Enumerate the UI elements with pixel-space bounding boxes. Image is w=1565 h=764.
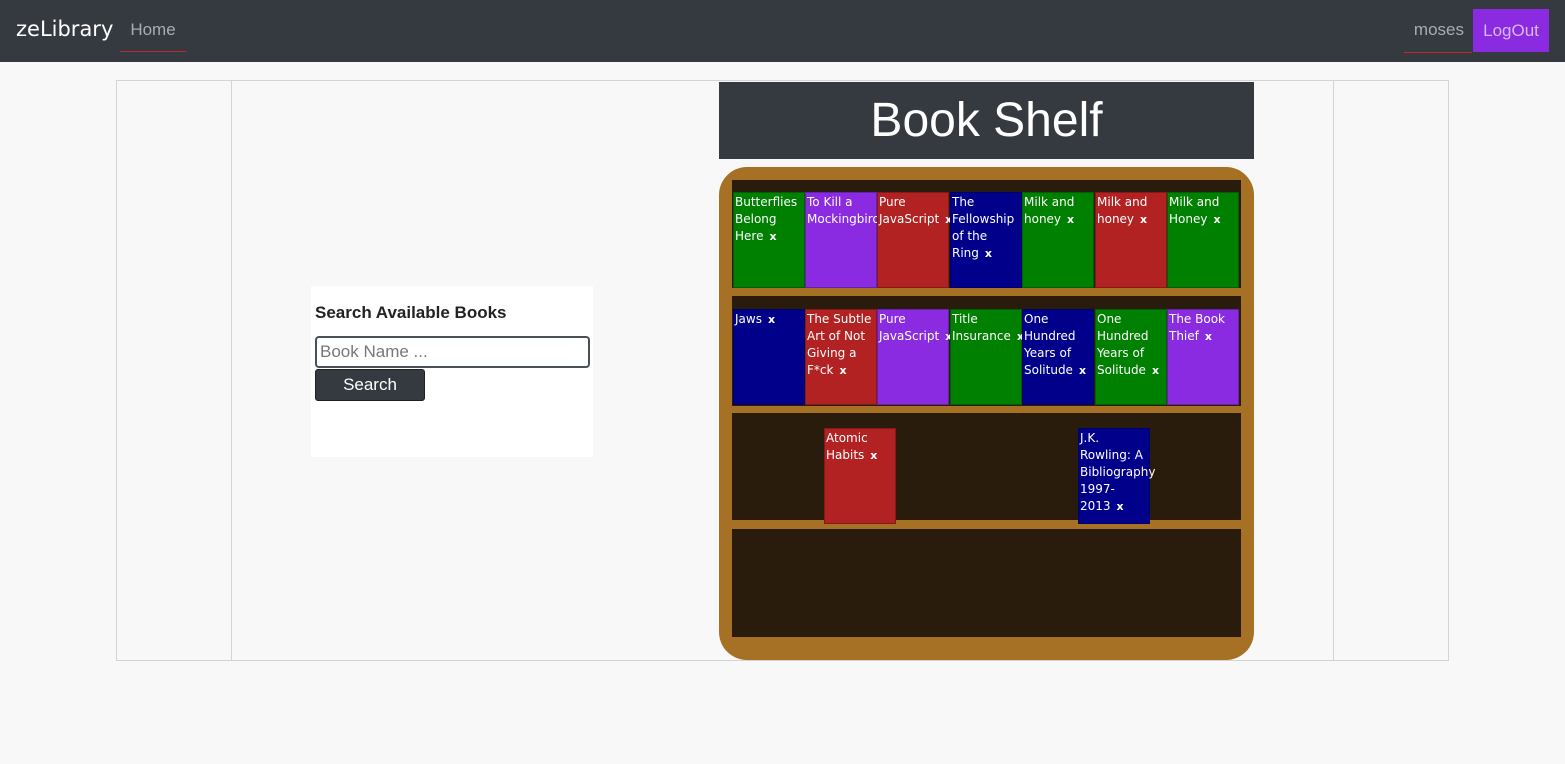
remove-book-icon[interactable]: x bbox=[1213, 213, 1220, 226]
book-cover[interactable]: One Hundred Years of Solitude x bbox=[1022, 309, 1094, 405]
book-title: Atomic Habits bbox=[826, 431, 868, 462]
book-title: Pure JavaScript bbox=[879, 195, 940, 226]
shelf-books: Atomic Habits x J.K. Rowling: A Bibliograp… bbox=[732, 413, 1241, 524]
logout-button[interactable]: LogOut bbox=[1473, 9, 1549, 52]
book-cover[interactable]: To Kill a Mockingbirdx bbox=[805, 192, 893, 288]
remove-book-icon[interactable]: x bbox=[769, 230, 776, 243]
brand-logo[interactable]: zeLibrary bbox=[16, 17, 113, 41]
shelf-row bbox=[732, 529, 1241, 637]
shelf-books bbox=[732, 529, 1241, 637]
shelf-row: Jaws x The Subtle Art of Not Giving a F*ck… bbox=[732, 296, 1241, 406]
remove-book-icon[interactable]: x bbox=[1140, 213, 1147, 226]
remove-book-icon[interactable]: x bbox=[1205, 330, 1212, 343]
bookshelf: Butterflies Belong Here x To Kill a Mockin… bbox=[719, 167, 1254, 660]
book-cover[interactable]: Pure JavaScript x bbox=[877, 309, 952, 405]
book-cover[interactable]: Butterflies Belong Here x bbox=[733, 192, 805, 288]
book-cover[interactable]: One Hundred Years of Solitude x bbox=[1095, 309, 1167, 405]
remove-book-icon[interactable]: x bbox=[1117, 500, 1124, 513]
book-title: Jaws bbox=[735, 312, 762, 326]
book-cover[interactable]: Milk and Honey x bbox=[1167, 192, 1239, 288]
remove-book-icon[interactable]: x bbox=[839, 364, 846, 377]
search-input[interactable] bbox=[315, 336, 590, 368]
book-title: Pure JavaScript bbox=[879, 312, 940, 343]
book-title: Butterflies Belong Here bbox=[735, 195, 798, 243]
remove-book-icon[interactable]: x bbox=[1067, 213, 1074, 226]
remove-book-icon[interactable]: x bbox=[870, 449, 877, 462]
book-title: One Hundred Years of Solitude bbox=[1024, 312, 1076, 377]
book-cover[interactable]: The Fellowship of the Ring x bbox=[950, 192, 1022, 288]
remove-book-icon[interactable]: x bbox=[1152, 364, 1159, 377]
book-cover[interactable]: J.K. Rowling: A Bibliography 1997-2013 x bbox=[1078, 428, 1155, 524]
nav-home-link[interactable]: Home bbox=[120, 20, 186, 52]
search-title: Search Available Books bbox=[315, 303, 507, 322]
book-cover[interactable]: Milk and honey x bbox=[1095, 192, 1167, 288]
navbar: zeLibrary Home moses LogOut bbox=[0, 0, 1565, 62]
book-title: One Hundred Years of Solitude bbox=[1097, 312, 1149, 377]
book-cover[interactable]: Milk and honey x bbox=[1022, 192, 1094, 288]
remove-book-icon[interactable]: x bbox=[768, 313, 775, 326]
book-title: Milk and Honey bbox=[1169, 195, 1220, 226]
shelf-row: Butterflies Belong Here x To Kill a Mockin… bbox=[732, 180, 1241, 288]
book-cover[interactable]: Atomic Habits x bbox=[824, 428, 896, 524]
book-cover[interactable]: The Book Thief x bbox=[1167, 309, 1239, 405]
book-title: Title Insurance bbox=[952, 312, 1011, 343]
search-card: Search Available Books Search bbox=[311, 286, 593, 457]
book-cover[interactable]: The Subtle Art of Not Giving a F*ck x bbox=[805, 309, 877, 405]
book-title: The Book Thief bbox=[1169, 312, 1225, 343]
nav-username[interactable]: moses bbox=[1404, 20, 1472, 53]
shelf-books: Butterflies Belong Here x To Kill a Mockin… bbox=[732, 180, 1241, 288]
book-title: To Kill a Mockingbird bbox=[807, 195, 881, 226]
book-cover[interactable]: Title Insurance x bbox=[950, 309, 1024, 405]
remove-book-icon[interactable]: x bbox=[1079, 364, 1086, 377]
bookshelf-title: Book Shelf bbox=[719, 82, 1254, 159]
shelf-books: Jaws x The Subtle Art of Not Giving a F*ck… bbox=[732, 296, 1241, 406]
book-cover[interactable]: Jaws x bbox=[733, 309, 805, 405]
book-cover[interactable]: Pure JavaScript x bbox=[877, 192, 952, 288]
shelf-row: Atomic Habits x J.K. Rowling: A Bibliograp… bbox=[732, 413, 1241, 524]
search-button[interactable]: Search bbox=[315, 369, 425, 401]
remove-book-icon[interactable]: x bbox=[985, 247, 992, 260]
book-title: The Fellowship of the Ring bbox=[952, 195, 1015, 260]
